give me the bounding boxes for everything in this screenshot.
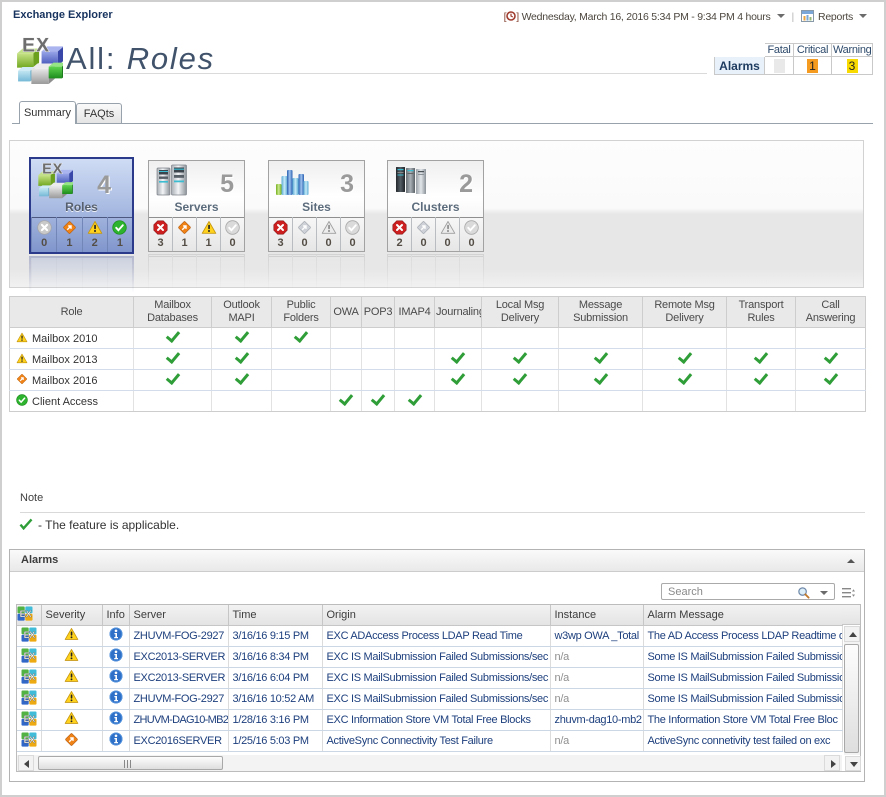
svg-text:EX: EX bbox=[23, 714, 35, 724]
svg-text:EX: EX bbox=[23, 735, 35, 745]
svg-text:EX: EX bbox=[20, 609, 32, 619]
svg-text:EX: EX bbox=[22, 36, 50, 56]
svg-text:EX: EX bbox=[23, 651, 35, 661]
svg-text:EX: EX bbox=[23, 672, 35, 682]
svg-text:EX: EX bbox=[23, 630, 35, 640]
svg-text:EX: EX bbox=[23, 693, 35, 703]
